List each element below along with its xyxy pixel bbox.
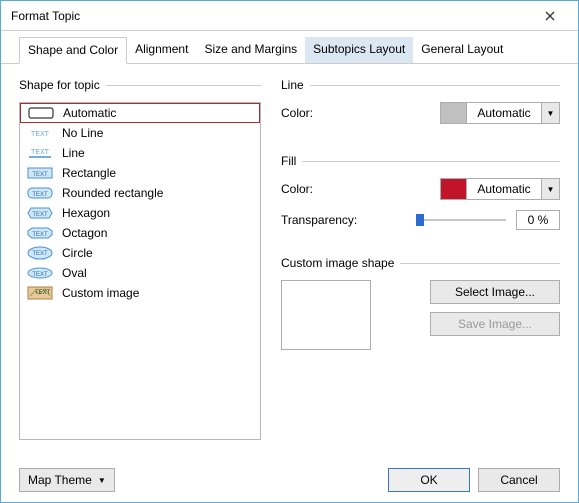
tab-bar: Shape and Color Alignment Size and Margi… [1,31,578,64]
shape-list[interactable]: Automatic TEXT No Line TEXT Line [19,102,261,440]
close-button[interactable] [530,1,570,30]
right-pane: Line Color: Automatic ▼ Fill [261,78,560,458]
rounded-rectangle-icon: TEXT [26,186,54,200]
shape-group-title: Shape for topic [19,78,106,92]
shape-item-line[interactable]: TEXT Line [20,143,260,163]
titlebar: Format Topic [1,1,578,31]
custom-image-shape-group: Custom image shape Select Image... Save … [281,256,560,350]
chevron-down-icon: ▼ [541,179,559,199]
custom-group-title: Custom image shape [281,256,400,270]
line-group: Line Color: Automatic ▼ [281,78,560,124]
circle-icon: TEXT [26,246,54,260]
shape-item-no-line[interactable]: TEXT No Line [20,123,260,143]
ok-button[interactable]: OK [388,468,470,492]
svg-text:TEXT: TEXT [32,172,48,178]
chevron-down-icon: ▼ [541,103,559,123]
shape-item-custom-image[interactable]: TEXT Custom image [20,283,260,303]
svg-text:TEXT: TEXT [32,251,48,257]
tab-shape-and-color[interactable]: Shape and Color [19,37,127,64]
cancel-button[interactable]: Cancel [478,468,560,492]
fill-group: Fill Color: Automatic ▼ Transparency: [281,154,560,230]
line-group-title: Line [281,78,310,92]
dialog-footer: Map Theme ▼ OK Cancel [19,468,560,492]
shape-item-automatic[interactable]: Automatic [20,103,260,123]
line-color-label: Color: [281,106,381,120]
fill-color-value: Automatic [467,182,541,196]
transparency-value[interactable]: 0 % [516,210,560,230]
format-topic-dialog: Format Topic Shape and Color Alignment S… [0,0,579,503]
select-image-button[interactable]: Select Image... [430,280,560,304]
shape-for-topic-group: Shape for topic Automatic TEXT No [19,78,261,440]
custom-image-icon: TEXT [26,286,54,300]
octagon-icon: TEXT [26,226,54,240]
fill-color-label: Color: [281,182,381,196]
map-theme-button[interactable]: Map Theme ▼ [19,468,115,492]
transparency-label: Transparency: [281,213,391,227]
content-area: Shape for topic Automatic TEXT No [1,64,578,458]
tab-subtopics-layout[interactable]: Subtopics Layout [305,37,413,63]
tab-size-and-margins[interactable]: Size and Margins [196,37,305,63]
fill-group-title: Fill [281,154,302,168]
shape-item-oval[interactable]: TEXT Oval [20,263,260,283]
slider-thumb[interactable] [416,214,424,226]
auto-rect-icon [27,106,55,120]
shape-item-circle[interactable]: TEXT Circle [20,243,260,263]
shape-item-octagon[interactable]: TEXT Octagon [20,223,260,243]
shape-item-rounded-rectangle[interactable]: TEXT Rounded rectangle [20,183,260,203]
window-title: Format Topic [11,9,530,23]
transparency-slider[interactable] [416,210,506,230]
triangle-down-icon: ▼ [98,476,106,485]
line-color-value: Automatic [467,106,541,120]
svg-text:TEXT: TEXT [31,131,50,138]
left-pane: Shape for topic Automatic TEXT No [19,78,261,458]
map-theme-label: Map Theme [28,473,92,487]
svg-text:TEXT: TEXT [31,149,50,156]
line-color-combo[interactable]: Automatic ▼ [440,102,560,124]
shape-item-hexagon[interactable]: TEXT Hexagon [20,203,260,223]
oval-icon: TEXT [26,266,54,280]
svg-text:TEXT: TEXT [32,192,48,198]
fill-color-swatch [441,179,467,199]
tab-general-layout[interactable]: General Layout [413,37,511,63]
no-line-icon: TEXT [26,126,54,140]
fill-color-combo[interactable]: Automatic ▼ [440,178,560,200]
save-image-button: Save Image... [430,312,560,336]
shape-item-rectangle[interactable]: TEXT Rectangle [20,163,260,183]
svg-text:TEXT: TEXT [35,290,51,296]
hexagon-icon: TEXT [26,206,54,220]
rectangle-icon: TEXT [26,166,54,180]
custom-image-preview [281,280,371,350]
tab-alignment[interactable]: Alignment [127,37,196,63]
close-icon [545,11,555,21]
svg-text:TEXT: TEXT [32,272,48,278]
line-icon: TEXT [26,146,54,160]
svg-text:TEXT: TEXT [32,212,48,218]
svg-text:TEXT: TEXT [32,232,48,238]
line-color-swatch [441,103,467,123]
